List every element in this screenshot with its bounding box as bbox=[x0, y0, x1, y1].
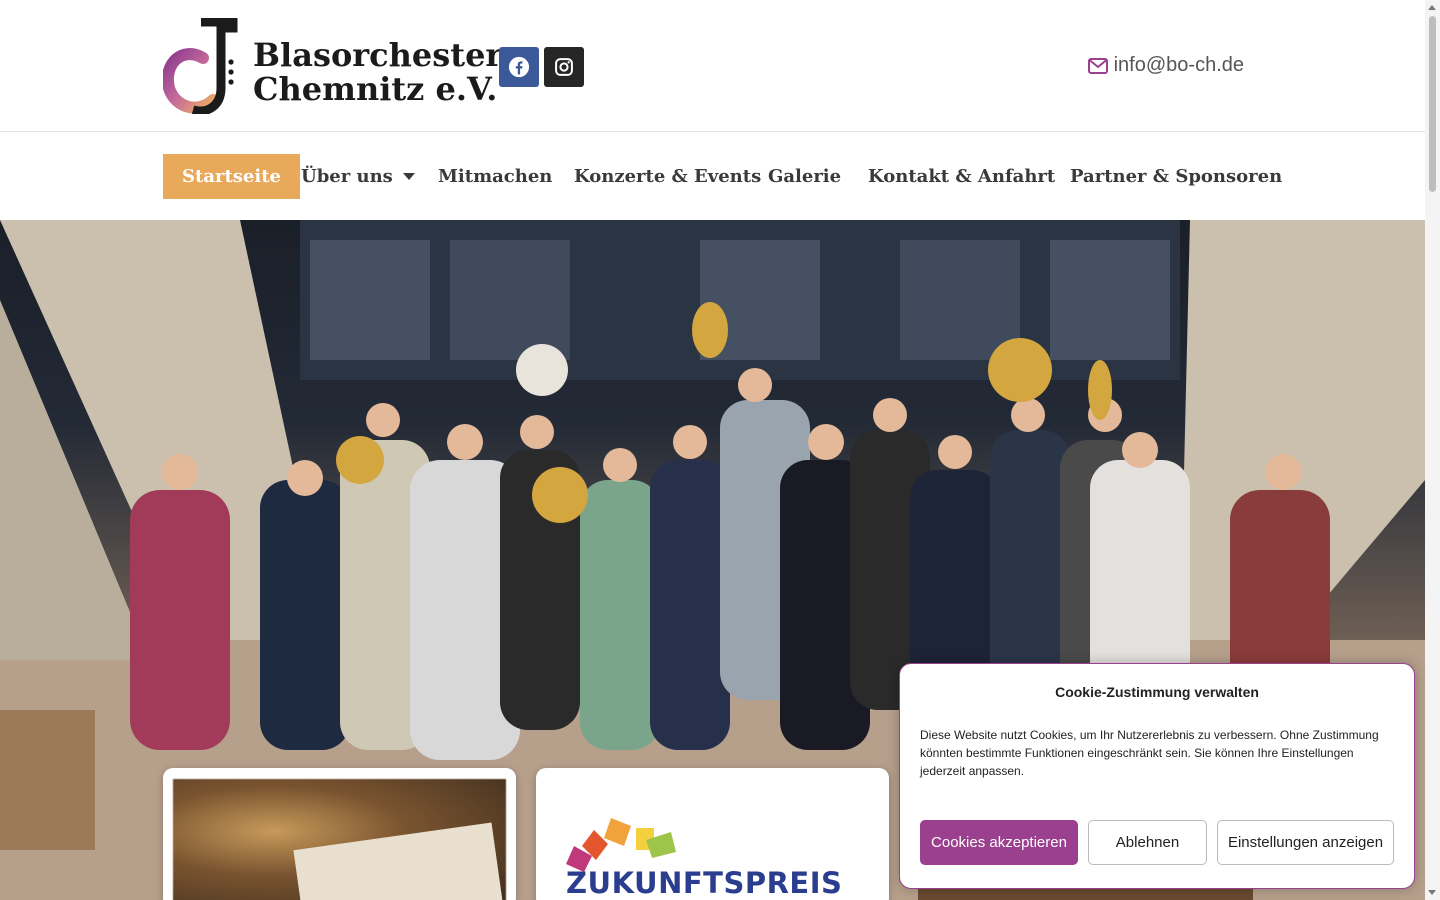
teaser-card-1[interactable] bbox=[163, 768, 516, 900]
site-header: Blasorchester Chemnitz e.V. info@bo-ch.d… bbox=[0, 0, 1425, 132]
logo-mark-icon bbox=[163, 18, 238, 114]
teaser-card-zukunftspreis[interactable]: ZUKUNFTSPREIS bbox=[536, 768, 889, 900]
nav-label: Konzerte & Events bbox=[574, 166, 762, 187]
facebook-icon bbox=[508, 56, 530, 78]
cookie-settings-button[interactable]: Einstellungen anzeigen bbox=[1217, 820, 1394, 865]
instagram-link[interactable] bbox=[544, 47, 584, 87]
accept-cookies-button[interactable]: Cookies akzeptieren bbox=[920, 820, 1078, 865]
main-nav: Startseite Über uns Mitmachen Konzerte &… bbox=[0, 133, 1425, 220]
card-2-title: ZUKUNFTSPREIS bbox=[566, 866, 843, 900]
logo-text: Blasorchester Chemnitz e.V. bbox=[253, 38, 502, 106]
email-text: info@bo-ch.de bbox=[1113, 54, 1244, 76]
nav-item-ueber-uns[interactable]: Über uns bbox=[301, 154, 415, 199]
deny-cookies-button[interactable]: Ablehnen bbox=[1088, 820, 1207, 865]
scrollbar-thumb[interactable] bbox=[1429, 16, 1436, 192]
page-scrollbar[interactable] bbox=[1425, 0, 1440, 900]
site-logo[interactable]: Blasorchester Chemnitz e.V. bbox=[163, 18, 502, 114]
instagram-icon bbox=[555, 58, 573, 76]
email-link[interactable]: info@bo-ch.de bbox=[1087, 54, 1244, 77]
caret-down-icon bbox=[402, 173, 415, 180]
nav-item-galerie[interactable]: Galerie bbox=[768, 154, 841, 199]
nav-label: Galerie bbox=[768, 166, 842, 187]
facebook-link[interactable] bbox=[499, 47, 539, 87]
nav-item-mitmachen[interactable]: Mitmachen bbox=[438, 154, 552, 199]
nav-item-partner-sponsoren[interactable]: Partner & Sponsoren bbox=[1070, 154, 1282, 199]
nav-item-kontakt-anfahrt[interactable]: Kontakt & Anfahrt bbox=[868, 154, 1055, 199]
nav-label: Mitmachen bbox=[438, 166, 553, 187]
scroll-up-arrow-icon[interactable] bbox=[1428, 5, 1436, 10]
nav-label: Über uns bbox=[301, 166, 393, 187]
nav-label: Startseite bbox=[182, 166, 281, 187]
cookie-consent-dialog: Cookie-Zustimmung verwalten Diese Websit… bbox=[899, 663, 1415, 889]
cookie-title: Cookie-Zustimmung verwalten bbox=[1055, 684, 1259, 700]
nav-label: Partner & Sponsoren bbox=[1070, 166, 1283, 187]
nav-label: Kontakt & Anfahrt bbox=[868, 166, 1056, 187]
envelope-icon bbox=[1087, 57, 1108, 74]
nav-item-startseite[interactable]: Startseite bbox=[163, 154, 300, 199]
logo-line-2: Chemnitz e.V. bbox=[253, 70, 498, 108]
nav-item-konzerte-events[interactable]: Konzerte & Events bbox=[574, 154, 761, 199]
scroll-down-arrow-icon[interactable] bbox=[1428, 890, 1436, 895]
logo-line-1: Blasorchester bbox=[253, 36, 503, 74]
cookie-text: Diese Website nutzt Cookies, um Ihr Nutz… bbox=[920, 728, 1379, 778]
